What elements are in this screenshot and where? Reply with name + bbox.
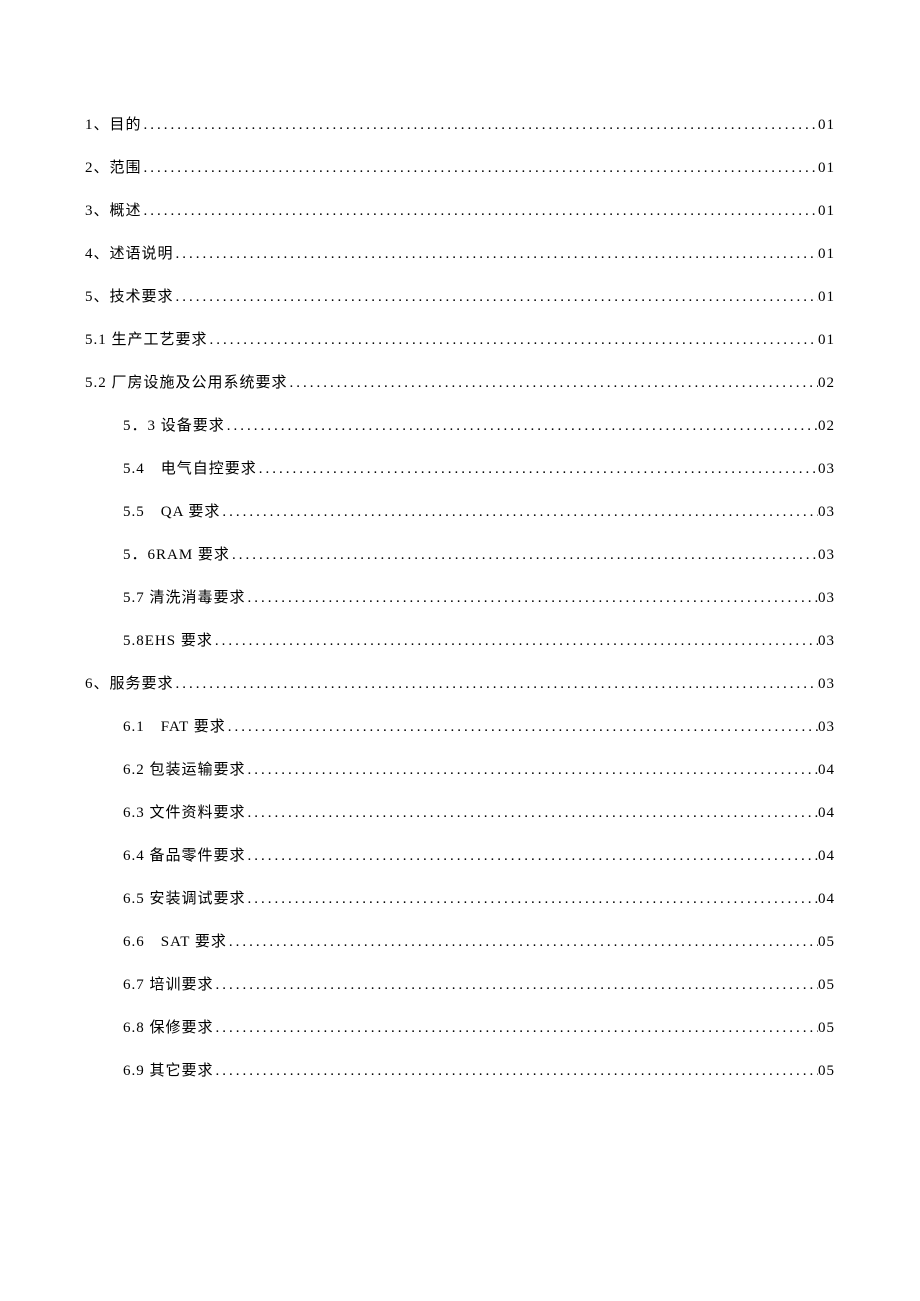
toc-dots	[174, 674, 818, 695]
toc-label: 6.7 培训要求	[123, 975, 214, 996]
toc-entry: 6.1 FAT 要求 03	[85, 717, 835, 738]
toc-label: 4、述语说明	[85, 244, 174, 265]
toc-label: 5.1 生产工艺要求	[85, 330, 208, 351]
toc-dots	[142, 158, 818, 179]
toc-entry: 2、范围 01	[85, 158, 835, 179]
toc-page: 03	[818, 717, 835, 738]
toc-entry: 5．3 设备要求 02	[85, 416, 835, 437]
toc-entry: 5.8EHS 要求 03	[85, 631, 835, 652]
toc-page: 01	[818, 115, 835, 136]
toc-entry: 6、服务要求 03	[85, 674, 835, 695]
toc-page: 03	[818, 588, 835, 609]
toc-dots	[213, 631, 818, 652]
toc-page: 01	[818, 330, 835, 351]
toc-entry: 1、目的 01	[85, 115, 835, 136]
toc-page: 01	[818, 244, 835, 265]
toc-entry: 5.5 QA 要求 03	[85, 502, 835, 523]
toc-entry: 6.2 包装运输要求 04	[85, 760, 835, 781]
toc-entry: 5．6RAM 要求 03	[85, 545, 835, 566]
toc-dots	[227, 932, 818, 953]
toc-entry: 6.3 文件资料要求 04	[85, 803, 835, 824]
toc-label: 6.9 其它要求	[123, 1061, 214, 1082]
toc-dots	[174, 244, 818, 265]
toc-page: 05	[818, 1018, 835, 1039]
toc-page: 02	[818, 416, 835, 437]
toc-label: 6、服务要求	[85, 674, 174, 695]
toc-label: 5.7 清洗消毒要求	[123, 588, 246, 609]
toc-label: 6.5 安装调试要求	[123, 889, 246, 910]
toc-dots	[257, 459, 818, 480]
toc-dots	[220, 502, 818, 523]
toc-page: 01	[818, 287, 835, 308]
toc-page: 02	[818, 373, 835, 394]
toc-entry: 6.6 SAT 要求 05	[85, 932, 835, 953]
toc-entry: 6.7 培训要求 05	[85, 975, 835, 996]
toc-page: 05	[818, 932, 835, 953]
toc-label: 5、技术要求	[85, 287, 174, 308]
toc-label: 6.4 备品零件要求	[123, 846, 246, 867]
toc-dots	[288, 373, 818, 394]
toc-dots	[246, 588, 818, 609]
toc-dots	[230, 545, 818, 566]
toc-page: 05	[818, 975, 835, 996]
toc-entry: 5.4 电气自控要求 03	[85, 459, 835, 480]
toc-label: 6.2 包装运输要求	[123, 760, 246, 781]
toc-page: 01	[818, 158, 835, 179]
toc-label: 6.1 FAT 要求	[123, 717, 226, 738]
table-of-contents: 1、目的 01 2、范围 01 3、概述 01 4、述语说明 01 5、技术要求…	[85, 115, 835, 1082]
toc-dots	[214, 1018, 818, 1039]
toc-entry: 6.9 其它要求 05	[85, 1061, 835, 1082]
toc-dots	[246, 760, 818, 781]
toc-label: 6.8 保修要求	[123, 1018, 214, 1039]
toc-dots	[246, 803, 818, 824]
toc-label: 5．6RAM 要求	[123, 545, 230, 566]
toc-label: 5.4 电气自控要求	[123, 459, 257, 480]
toc-dots	[214, 975, 818, 996]
toc-label: 5.5 QA 要求	[123, 502, 220, 523]
toc-dots	[226, 717, 818, 738]
toc-page: 03	[818, 674, 835, 695]
toc-page: 03	[818, 545, 835, 566]
toc-page: 04	[818, 803, 835, 824]
toc-page: 04	[818, 760, 835, 781]
toc-label: 5．3 设备要求	[123, 416, 225, 437]
toc-label: 2、范围	[85, 158, 142, 179]
toc-dots	[142, 201, 818, 222]
toc-page: 03	[818, 459, 835, 480]
toc-entry: 3、概述 01	[85, 201, 835, 222]
toc-page: 03	[818, 502, 835, 523]
toc-label: 5.2 厂房设施及公用系统要求	[85, 373, 288, 394]
toc-label: 6.6 SAT 要求	[123, 932, 227, 953]
toc-entry: 4、述语说明 01	[85, 244, 835, 265]
toc-label: 3、概述	[85, 201, 142, 222]
toc-page: 04	[818, 889, 835, 910]
toc-dots	[174, 287, 818, 308]
toc-dots	[246, 846, 818, 867]
toc-entry: 5、技术要求 01	[85, 287, 835, 308]
toc-dots	[246, 889, 818, 910]
toc-label: 5.8EHS 要求	[123, 631, 213, 652]
toc-entry: 5.2 厂房设施及公用系统要求 02	[85, 373, 835, 394]
toc-page: 01	[818, 201, 835, 222]
toc-dots	[142, 115, 818, 136]
toc-entry: 6.4 备品零件要求 04	[85, 846, 835, 867]
toc-label: 1、目的	[85, 115, 142, 136]
toc-page: 03	[818, 631, 835, 652]
toc-entry: 5.7 清洗消毒要求 03	[85, 588, 835, 609]
toc-dots	[214, 1061, 818, 1082]
toc-entry: 6.5 安装调试要求 04	[85, 889, 835, 910]
toc-page: 04	[818, 846, 835, 867]
toc-page: 05	[818, 1061, 835, 1082]
toc-dots	[208, 330, 818, 351]
toc-label: 6.3 文件资料要求	[123, 803, 246, 824]
toc-entry: 6.8 保修要求 05	[85, 1018, 835, 1039]
toc-dots	[225, 416, 818, 437]
toc-entry: 5.1 生产工艺要求 01	[85, 330, 835, 351]
